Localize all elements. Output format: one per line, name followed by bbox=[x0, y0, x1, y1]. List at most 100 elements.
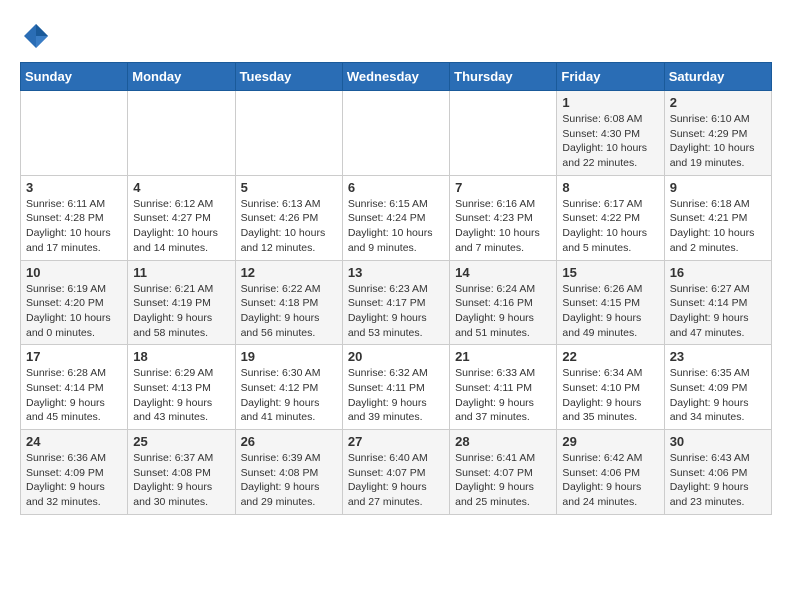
calendar-cell: 6Sunrise: 6:15 AM Sunset: 4:24 PM Daylig… bbox=[342, 175, 449, 260]
calendar-header: SundayMondayTuesdayWednesdayThursdayFrid… bbox=[21, 63, 772, 91]
day-number: 20 bbox=[348, 349, 444, 364]
calendar-cell: 22 Sunrise: 6:34 AM Sunset: 4:10 PM Dayli… bbox=[557, 345, 664, 430]
header-day: Tuesday bbox=[235, 63, 342, 91]
day-content: Sunrise: 6:22 AM Sunset: 4:18 PM Dayligh… bbox=[241, 282, 337, 341]
day-content: Sunrise: 6:34 AM Sunset: 4:10 PM Dayligh… bbox=[562, 366, 658, 425]
day-content: Sunrise: 6:10 AM Sunset: 4:29 PM Dayligh… bbox=[670, 112, 766, 171]
calendar-week-row: 10 Sunrise: 6:19 AM Sunset: 4:20 PM Dayli… bbox=[21, 260, 772, 345]
header-day: Saturday bbox=[664, 63, 771, 91]
calendar-cell: 8Sunrise: 6:17 AM Sunset: 4:22 PM Daylig… bbox=[557, 175, 664, 260]
day-number: 18 bbox=[133, 349, 229, 364]
day-number: 11 bbox=[133, 265, 229, 280]
day-content: Sunrise: 6:32 AM Sunset: 4:11 PM Dayligh… bbox=[348, 366, 444, 425]
day-number: 26 bbox=[241, 434, 337, 449]
calendar-cell: 16Sunrise: 6:27 AM Sunset: 4:14 PM Dayli… bbox=[664, 260, 771, 345]
calendar-cell: 7 Sunrise: 6:16 AM Sunset: 4:23 PM Daylig… bbox=[450, 175, 557, 260]
header-day: Thursday bbox=[450, 63, 557, 91]
day-content: Sunrise: 6:41 AM Sunset: 4:07 PM Dayligh… bbox=[455, 451, 551, 510]
day-content: Sunrise: 6:11 AM Sunset: 4:28 PM Dayligh… bbox=[26, 197, 122, 256]
calendar-table: SundayMondayTuesdayWednesdayThursdayFrid… bbox=[20, 62, 772, 515]
calendar-cell: 1 Sunrise: 6:08 AM Sunset: 4:30 PM Daylig… bbox=[557, 91, 664, 176]
day-number: 16 bbox=[670, 265, 766, 280]
calendar-cell: 10 Sunrise: 6:19 AM Sunset: 4:20 PM Dayli… bbox=[21, 260, 128, 345]
day-number: 10 bbox=[26, 265, 122, 280]
calendar-cell: 5Sunrise: 6:13 AM Sunset: 4:26 PM Daylig… bbox=[235, 175, 342, 260]
day-number: 13 bbox=[348, 265, 444, 280]
day-content: Sunrise: 6:29 AM Sunset: 4:13 PM Dayligh… bbox=[133, 366, 229, 425]
calendar-cell: 12 Sunrise: 6:22 AM Sunset: 4:18 PM Dayli… bbox=[235, 260, 342, 345]
calendar-cell: 26Sunrise: 6:39 AM Sunset: 4:08 PM Dayli… bbox=[235, 430, 342, 515]
day-content: Sunrise: 6:30 AM Sunset: 4:12 PM Dayligh… bbox=[241, 366, 337, 425]
day-number: 22 bbox=[562, 349, 658, 364]
day-number: 6 bbox=[348, 180, 444, 195]
calendar-week-row: 1 Sunrise: 6:08 AM Sunset: 4:30 PM Daylig… bbox=[21, 91, 772, 176]
day-content: Sunrise: 6:21 AM Sunset: 4:19 PM Dayligh… bbox=[133, 282, 229, 341]
day-content: Sunrise: 6:12 AM Sunset: 4:27 PM Dayligh… bbox=[133, 197, 229, 256]
calendar-cell: 21Sunrise: 6:33 AM Sunset: 4:11 PM Dayli… bbox=[450, 345, 557, 430]
day-number: 19 bbox=[241, 349, 337, 364]
day-content: Sunrise: 6:37 AM Sunset: 4:08 PM Dayligh… bbox=[133, 451, 229, 510]
day-content: Sunrise: 6:19 AM Sunset: 4:20 PM Dayligh… bbox=[26, 282, 122, 341]
header-day: Sunday bbox=[21, 63, 128, 91]
calendar-cell: 27 Sunrise: 6:40 AM Sunset: 4:07 PM Dayli… bbox=[342, 430, 449, 515]
day-number: 1 bbox=[562, 95, 658, 110]
calendar-cell bbox=[128, 91, 235, 176]
day-number: 25 bbox=[133, 434, 229, 449]
day-content: Sunrise: 6:28 AM Sunset: 4:14 PM Dayligh… bbox=[26, 366, 122, 425]
calendar-cell: 28 Sunrise: 6:41 AM Sunset: 4:07 PM Dayli… bbox=[450, 430, 557, 515]
day-number: 3 bbox=[26, 180, 122, 195]
calendar-cell bbox=[21, 91, 128, 176]
day-content: Sunrise: 6:40 AM Sunset: 4:07 PM Dayligh… bbox=[348, 451, 444, 510]
day-content: Sunrise: 6:35 AM Sunset: 4:09 PM Dayligh… bbox=[670, 366, 766, 425]
calendar-cell: 23 Sunrise: 6:35 AM Sunset: 4:09 PM Dayli… bbox=[664, 345, 771, 430]
calendar-cell bbox=[235, 91, 342, 176]
header-day: Wednesday bbox=[342, 63, 449, 91]
page-header bbox=[20, 20, 772, 52]
day-number: 29 bbox=[562, 434, 658, 449]
calendar-cell: 24Sunrise: 6:36 AM Sunset: 4:09 PM Dayli… bbox=[21, 430, 128, 515]
calendar-cell: 11 Sunrise: 6:21 AM Sunset: 4:19 PM Dayli… bbox=[128, 260, 235, 345]
calendar-week-row: 17 Sunrise: 6:28 AM Sunset: 4:14 PM Dayli… bbox=[21, 345, 772, 430]
day-number: 14 bbox=[455, 265, 551, 280]
day-number: 12 bbox=[241, 265, 337, 280]
day-content: Sunrise: 6:16 AM Sunset: 4:23 PM Dayligh… bbox=[455, 197, 551, 256]
calendar-cell: 30Sunrise: 6:43 AM Sunset: 4:06 PM Dayli… bbox=[664, 430, 771, 515]
day-number: 17 bbox=[26, 349, 122, 364]
day-content: Sunrise: 6:42 AM Sunset: 4:06 PM Dayligh… bbox=[562, 451, 658, 510]
day-number: 23 bbox=[670, 349, 766, 364]
day-content: Sunrise: 6:13 AM Sunset: 4:26 PM Dayligh… bbox=[241, 197, 337, 256]
calendar-cell: 4 Sunrise: 6:12 AM Sunset: 4:27 PM Daylig… bbox=[128, 175, 235, 260]
day-number: 7 bbox=[455, 180, 551, 195]
calendar-cell: 14 Sunrise: 6:24 AM Sunset: 4:16 PM Dayli… bbox=[450, 260, 557, 345]
calendar-cell: 3 Sunrise: 6:11 AM Sunset: 4:28 PM Daylig… bbox=[21, 175, 128, 260]
calendar-cell: 19 Sunrise: 6:30 AM Sunset: 4:12 PM Dayli… bbox=[235, 345, 342, 430]
logo-icon bbox=[20, 20, 52, 52]
header-row: SundayMondayTuesdayWednesdayThursdayFrid… bbox=[21, 63, 772, 91]
calendar-cell: 25 Sunrise: 6:37 AM Sunset: 4:08 PM Dayli… bbox=[128, 430, 235, 515]
calendar-cell bbox=[342, 91, 449, 176]
calendar-cell: 17 Sunrise: 6:28 AM Sunset: 4:14 PM Dayli… bbox=[21, 345, 128, 430]
logo bbox=[20, 20, 56, 52]
day-content: Sunrise: 6:33 AM Sunset: 4:11 PM Dayligh… bbox=[455, 366, 551, 425]
calendar-cell: 13 Sunrise: 6:23 AM Sunset: 4:17 PM Dayli… bbox=[342, 260, 449, 345]
day-content: Sunrise: 6:24 AM Sunset: 4:16 PM Dayligh… bbox=[455, 282, 551, 341]
header-day: Friday bbox=[557, 63, 664, 91]
day-content: Sunrise: 6:18 AM Sunset: 4:21 PM Dayligh… bbox=[670, 197, 766, 256]
day-number: 24 bbox=[26, 434, 122, 449]
day-content: Sunrise: 6:23 AM Sunset: 4:17 PM Dayligh… bbox=[348, 282, 444, 341]
day-number: 15 bbox=[562, 265, 658, 280]
header-day: Monday bbox=[128, 63, 235, 91]
day-number: 28 bbox=[455, 434, 551, 449]
day-number: 30 bbox=[670, 434, 766, 449]
calendar-cell: 29 Sunrise: 6:42 AM Sunset: 4:06 PM Dayli… bbox=[557, 430, 664, 515]
calendar-body: 1 Sunrise: 6:08 AM Sunset: 4:30 PM Daylig… bbox=[21, 91, 772, 515]
day-number: 4 bbox=[133, 180, 229, 195]
day-content: Sunrise: 6:08 AM Sunset: 4:30 PM Dayligh… bbox=[562, 112, 658, 171]
day-number: 2 bbox=[670, 95, 766, 110]
day-number: 27 bbox=[348, 434, 444, 449]
calendar-cell: 20 Sunrise: 6:32 AM Sunset: 4:11 PM Dayli… bbox=[342, 345, 449, 430]
calendar-cell: 15Sunrise: 6:26 AM Sunset: 4:15 PM Dayli… bbox=[557, 260, 664, 345]
calendar-cell: 2 Sunrise: 6:10 AM Sunset: 4:29 PM Daylig… bbox=[664, 91, 771, 176]
calendar-week-row: 3 Sunrise: 6:11 AM Sunset: 4:28 PM Daylig… bbox=[21, 175, 772, 260]
day-content: Sunrise: 6:17 AM Sunset: 4:22 PM Dayligh… bbox=[562, 197, 658, 256]
